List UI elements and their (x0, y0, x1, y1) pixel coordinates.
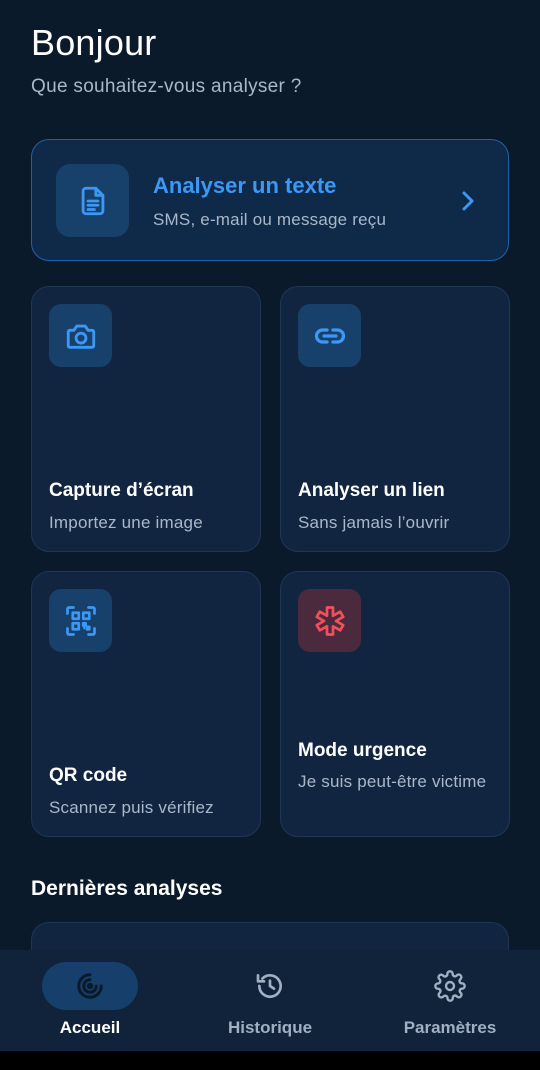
analyze-text-description: SMS, e-mail ou message reçu (153, 210, 387, 229)
qr-code-icon (49, 589, 112, 652)
card-description: Je suis peut-être victime (298, 772, 487, 791)
card-title: Mode urgence (298, 740, 427, 761)
nav-label: Accueil (59, 1018, 121, 1037)
camera-icon (49, 304, 112, 367)
nav-item-settings[interactable]: Paramètres (360, 950, 540, 1051)
nav-item-history[interactable]: Historique (180, 950, 360, 1051)
page-title: Bonjour (31, 22, 157, 63)
nav-label: Paramètres (403, 1018, 497, 1037)
screenshot-card[interactable]: Capture d’écran Importez une image (31, 286, 261, 552)
recent-analyses-title: Dernières analyses (31, 877, 223, 900)
link-icon (298, 304, 361, 367)
analyze-text-title: Analyser un texte (153, 173, 337, 198)
nav-label: Historique (227, 1018, 313, 1037)
card-description: Scannez puis vérifiez (49, 798, 214, 817)
qr-code-card[interactable]: QR code Scannez puis vérifiez (31, 571, 261, 837)
chevron-right-icon (458, 189, 478, 213)
gear-icon (402, 962, 498, 1010)
home-target-icon (42, 962, 138, 1010)
card-description: Importez une image (49, 513, 203, 532)
card-title: QR code (49, 765, 128, 786)
bottom-navigation: Accueil Historique Paramètres (0, 950, 540, 1051)
card-title: Analyser un lien (298, 480, 445, 501)
card-description: Sans jamais l’ouvrir (298, 513, 450, 532)
page-subtitle: Que souhaitez-vous analyser ? (31, 76, 302, 97)
analyze-text-card[interactable]: Analyser un texte SMS, e-mail ou message… (31, 139, 509, 261)
analyze-link-card[interactable]: Analyser un lien Sans jamais l’ouvrir (280, 286, 510, 552)
document-icon (56, 164, 129, 237)
emergency-mode-card[interactable]: Mode urgence Je suis peut-être victime (280, 571, 510, 837)
history-icon (222, 962, 318, 1010)
card-title: Capture d’écran (49, 480, 194, 501)
nav-item-home[interactable]: Accueil (0, 950, 180, 1051)
system-navigation-bar (0, 1051, 540, 1070)
emergency-icon (298, 589, 361, 652)
